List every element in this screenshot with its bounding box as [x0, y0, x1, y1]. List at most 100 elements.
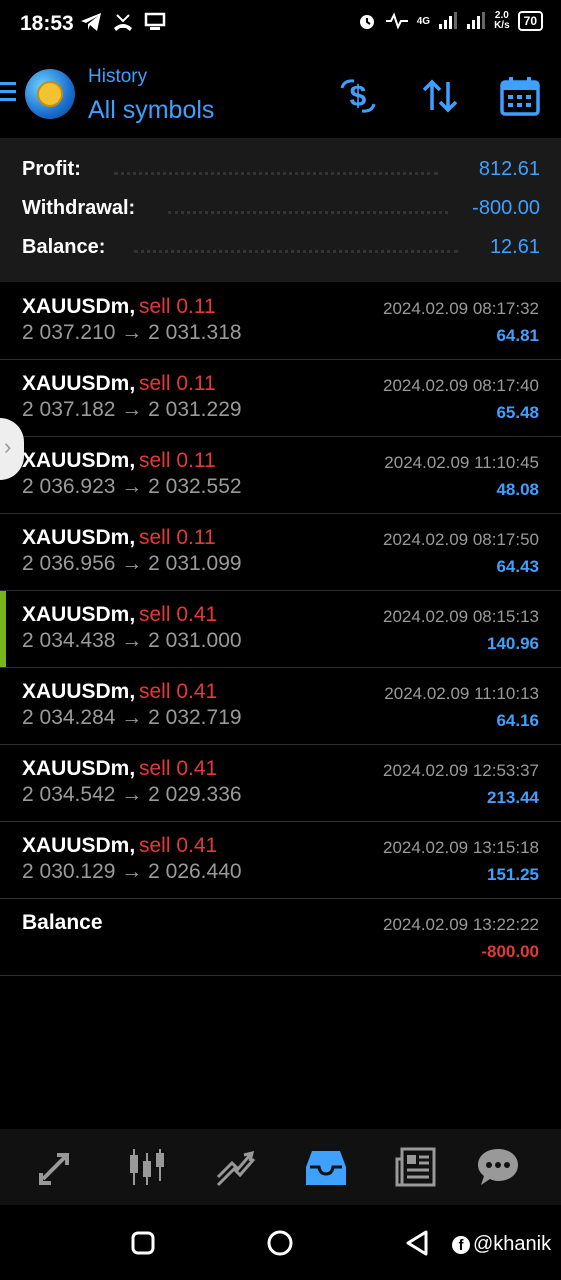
facebook-icon: f — [452, 1235, 470, 1254]
trade-prices: 2 034.284 → 2 032.719 — [22, 706, 242, 730]
trade-prices: 2 036.956 → 2 031.099 — [22, 552, 242, 576]
page-title[interactable]: All symbols — [88, 96, 214, 125]
open-price: 2 037.210 — [22, 321, 116, 344]
home-button[interactable] — [266, 1229, 294, 1257]
trade-row-selected[interactable]: XAUUSDm, sell 0.41 2 034.438 → 2 031.000… — [0, 591, 561, 668]
page-subtitle: History — [88, 66, 148, 87]
trade-date: 2024.02.09 13:15:18 — [383, 838, 539, 857]
trade-symbol: XAUUSDm, — [22, 603, 136, 626]
trade-profit: 64.81 — [496, 326, 539, 345]
trade-prices: 2 030.129 → 2 026.440 — [22, 860, 242, 884]
trade-row[interactable]: XAUUSDm, sell 0.11 2 036.956 → 2 031.099… — [0, 514, 561, 591]
signal-icon-2 — [467, 12, 486, 29]
trade-profit: 48.08 — [496, 480, 539, 499]
dotted-leader — [168, 211, 448, 214]
trade-date: 2024.02.09 12:53:37 — [383, 761, 539, 780]
news-icon[interactable] — [394, 1145, 438, 1189]
balance-operation-label: Balance — [22, 911, 103, 934]
trade-symbol: XAUUSDm, — [22, 526, 136, 549]
trade-side: sell 0.41 — [139, 680, 218, 703]
signal-icon — [439, 12, 458, 29]
profit-value: 812.61 — [478, 158, 540, 180]
arrow-glyph: → — [121, 475, 143, 498]
system-navigation-bar: f @khanik — [0, 1205, 561, 1280]
alarm-icon — [359, 15, 374, 29]
network-speed: 2.0 K/s — [494, 11, 510, 31]
quotes-icon[interactable] — [35, 1145, 79, 1189]
arrow-glyph: → — [121, 783, 143, 806]
trade-prices: 2 037.182 → 2 031.229 — [22, 398, 242, 422]
open-price: 2 034.438 — [22, 629, 116, 652]
balance-label: Balance: — [22, 236, 106, 258]
bottom-navigation — [0, 1129, 561, 1205]
arrow-glyph: → — [121, 321, 143, 344]
open-price: 2 036.923 — [22, 475, 116, 498]
close-price: 2 032.719 — [148, 706, 242, 729]
trade-prices: 2 037.210 → 2 031.318 — [22, 321, 242, 345]
trade-side: sell 0.41 — [139, 757, 218, 780]
trade-symbol: XAUUSDm, — [22, 295, 136, 318]
back-button[interactable] — [404, 1229, 430, 1257]
balance-value: 12.61 — [489, 236, 540, 258]
trade-date: 2024.02.09 08:15:13 — [383, 607, 539, 626]
profit-label: Profit: — [22, 158, 81, 180]
status-bar: 18:53 4G 2.0 K/s 70 — [0, 0, 561, 50]
dotted-leader — [134, 250, 458, 253]
sort-icon[interactable] — [418, 74, 462, 118]
balance-operation-amount: -800.00 — [481, 942, 539, 961]
trade-prices: 2 034.438 → 2 031.000 — [22, 629, 242, 653]
recent-apps-button[interactable] — [130, 1230, 156, 1256]
open-price: 2 030.129 — [22, 860, 116, 883]
open-price: 2 034.284 — [22, 706, 116, 729]
network-speed-unit: K/s — [494, 20, 510, 31]
arrow-glyph: → — [121, 398, 143, 421]
menu-icon[interactable] — [0, 82, 16, 106]
trade-row[interactable]: XAUUSDm, sell 0.11 2 037.182 → 2 031.229… — [0, 360, 561, 437]
trade-side: sell 0.11 — [139, 372, 216, 395]
trade-row[interactable]: XAUUSDm, sell 0.11 2 037.210 → 2 031.318… — [0, 283, 561, 360]
dollar-filter-icon[interactable]: $ — [336, 74, 380, 118]
missed-call-icon — [114, 14, 132, 31]
trade-symbol: XAUUSDm, — [22, 449, 136, 472]
calendar-icon[interactable] — [498, 74, 542, 118]
history-list: XAUUSDm, sell 0.11 2 037.210 → 2 031.318… — [0, 283, 561, 976]
chat-icon[interactable] — [476, 1145, 520, 1189]
telegram-icon — [81, 13, 101, 31]
trade-side: sell 0.41 — [139, 834, 218, 857]
summary-panel: Profit: 812.61 Withdrawal: -800.00 Balan… — [0, 138, 561, 282]
withdrawal-row: Withdrawal: -800.00 — [22, 197, 540, 227]
close-price: 2 031.318 — [148, 321, 242, 344]
trade-profit: 151.25 — [487, 865, 539, 884]
trade-row[interactable]: XAUUSDm, sell 0.41 2 034.284 → 2 032.719… — [0, 668, 561, 745]
trade-symbol: XAUUSDm, — [22, 757, 136, 780]
balance-operation-date: 2024.02.09 13:22:22 — [383, 915, 539, 934]
svg-text:$: $ — [350, 80, 367, 113]
trade-side: sell 0.11 — [139, 295, 216, 318]
trade-row[interactable]: XAUUSDm, sell 0.41 2 034.542 → 2 029.336… — [0, 745, 561, 822]
app-header: History All symbols $ — [0, 54, 561, 138]
trade-profit: 140.96 — [487, 634, 539, 653]
arrow-glyph: → — [121, 860, 143, 883]
trade-side: sell 0.11 — [139, 449, 216, 472]
trade-side: sell 0.41 — [139, 603, 218, 626]
trade-date: 2024.02.09 11:10:45 — [384, 453, 539, 472]
trade-symbol: XAUUSDm, — [22, 834, 136, 857]
open-price: 2 036.956 — [22, 552, 116, 575]
history-inbox-icon[interactable] — [304, 1145, 348, 1189]
arrow-glyph: → — [121, 552, 143, 575]
dotted-leader — [114, 172, 438, 175]
trade-row[interactable]: XAUUSDm, sell 0.11 2 036.923 → 2 032.552… — [0, 437, 561, 514]
close-price: 2 026.440 — [148, 860, 242, 883]
trade-icon[interactable] — [214, 1145, 258, 1189]
balance-row: Balance: 12.61 — [22, 236, 540, 266]
trade-symbol: XAUUSDm, — [22, 372, 136, 395]
status-notifications — [80, 12, 166, 32]
close-price: 2 032.552 — [148, 475, 242, 498]
trade-date: 2024.02.09 11:10:13 — [384, 684, 539, 703]
trade-profit: 64.16 — [496, 711, 539, 730]
trade-prices: 2 034.542 → 2 029.336 — [22, 783, 242, 807]
balance-operation-row[interactable]: Balance 2024.02.09 13:22:22 -800.00 — [0, 899, 561, 976]
chart-candles-icon[interactable] — [125, 1145, 169, 1189]
trade-row[interactable]: XAUUSDm, sell 0.41 2 030.129 → 2 026.440… — [0, 822, 561, 899]
watermark: f @khanik — [452, 1233, 551, 1256]
